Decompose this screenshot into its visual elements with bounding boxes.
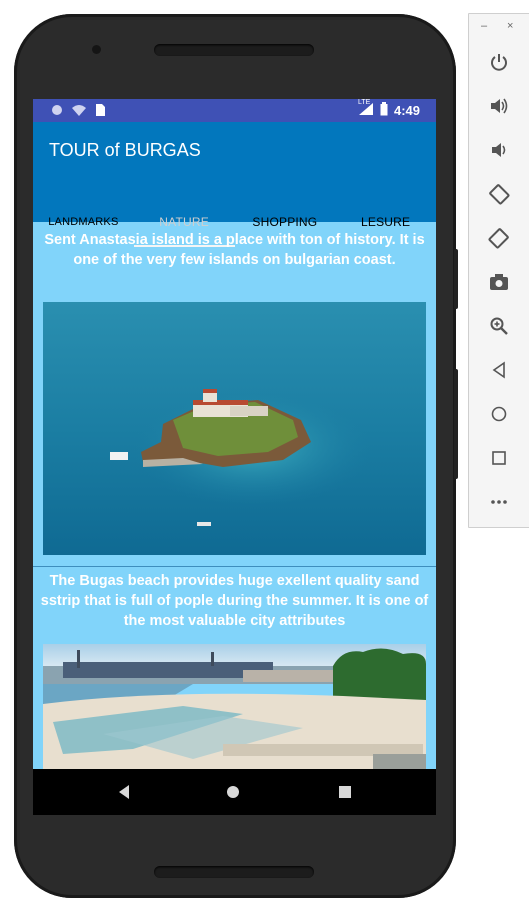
rotate-right-icon[interactable]: [483, 222, 515, 254]
home-icon[interactable]: [483, 398, 515, 430]
back-icon[interactable]: [483, 354, 515, 386]
island-image: [43, 302, 426, 555]
network-type-label: LTE: [357, 99, 371, 106]
list-item[interactable]: Sent Anastasia island is a place with to…: [33, 224, 436, 566]
power-side-button: [454, 249, 458, 309]
battery-icon: [380, 102, 388, 119]
emulator-control-panel: – ×: [468, 13, 529, 528]
list-item[interactable]: The Bugas beach provides huge exellent q…: [33, 567, 436, 769]
card-description: The Bugas beach provides huge exellent q…: [40, 573, 429, 629]
home-icon[interactable]: [223, 782, 243, 807]
wifi-icon: [71, 104, 87, 120]
volume-side-button: [454, 369, 458, 479]
overview-icon[interactable]: [483, 442, 515, 474]
app-bar: TOUR of BURGAS LANDMARKS NATURE SHOPPING…: [33, 122, 436, 247]
volume-down-icon[interactable]: [483, 134, 515, 166]
clock: 4:49: [393, 103, 420, 118]
panel-close-button[interactable]: ×: [507, 20, 513, 32]
front-camera: [92, 45, 101, 54]
bottom-speaker: [154, 866, 314, 878]
app-title: TOUR of BURGAS: [49, 140, 201, 160]
back-icon[interactable]: [114, 782, 134, 807]
status-bar: LTE 4:49: [33, 99, 436, 122]
panel-minimize-button[interactable]: –: [481, 20, 487, 32]
overview-icon[interactable]: [335, 782, 355, 807]
zoom-icon[interactable]: [483, 310, 515, 342]
system-nav-bar: [33, 769, 436, 815]
card-description: Sent Anastasia island is a place with to…: [44, 232, 425, 268]
content-list[interactable]: Sent Anastasia island is a place with to…: [33, 224, 436, 769]
signal-icon: LTE: [357, 99, 374, 119]
more-icon[interactable]: [483, 486, 515, 518]
volume-up-icon[interactable]: [483, 90, 515, 122]
power-icon[interactable]: [483, 46, 515, 78]
top-speaker: [154, 44, 314, 56]
notification-dot-icon: [51, 104, 63, 119]
sim-card-icon: [95, 103, 106, 120]
beach-image: [43, 644, 426, 769]
camera-icon[interactable]: [483, 266, 515, 298]
rotate-left-icon[interactable]: [483, 178, 515, 210]
device-screen: LTE 4:49 TOUR of BURGAS LANDMARKS NATURE…: [33, 99, 436, 815]
